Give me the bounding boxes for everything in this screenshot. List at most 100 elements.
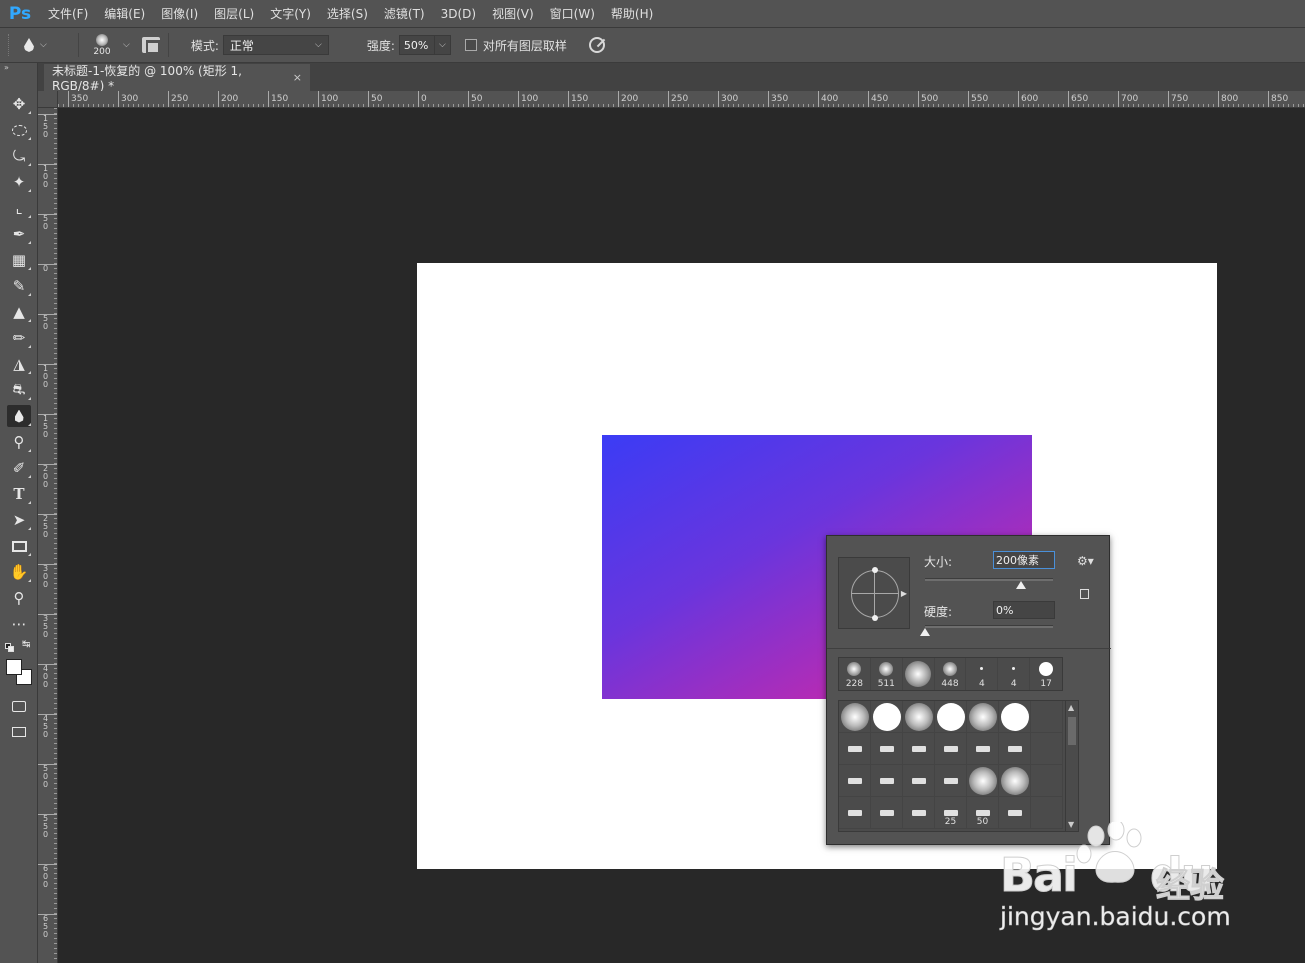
brush-preset[interactable] (1031, 733, 1063, 765)
menu-view[interactable]: 视图(V) (484, 0, 542, 28)
recent-brush[interactable]: 4 (966, 658, 999, 690)
recent-brush[interactable] (903, 658, 935, 690)
menu-file[interactable]: 文件(F) (40, 0, 96, 28)
magic-wand-icon[interactable]: ✦ (7, 171, 31, 193)
horizontal-ruler[interactable]: 350 300 250 200 150 100 50 0 50 100 150 … (58, 91, 1305, 108)
move-icon[interactable]: ✥ (7, 93, 31, 115)
healing-brush-icon[interactable]: ▦ (7, 249, 31, 271)
brush-preset[interactable] (967, 701, 999, 733)
brush-preset[interactable] (839, 733, 871, 765)
screen-mode-icon[interactable] (7, 721, 31, 743)
brush-preset[interactable] (871, 733, 903, 765)
brush-preset[interactable] (871, 765, 903, 797)
hand-icon[interactable]: ✋ (7, 561, 31, 583)
brush-preset[interactable]: 50 (967, 797, 999, 829)
gear-icon[interactable]: ⚙▾ (1077, 554, 1094, 568)
menu-image[interactable]: 图像(I) (153, 0, 206, 28)
scroll-up-icon[interactable]: ▲ (1068, 703, 1074, 712)
brush-preset[interactable] (839, 797, 871, 829)
size-slider-track[interactable] (925, 578, 1053, 581)
swap-colors-icon[interactable]: ↹ (22, 639, 30, 650)
brush-panel-toggle-icon[interactable] (141, 37, 160, 54)
brush-preset[interactable] (903, 765, 935, 797)
menu-window[interactable]: 窗口(W) (542, 0, 603, 28)
brush-preset[interactable] (935, 765, 967, 797)
close-icon[interactable]: × (293, 71, 302, 84)
brush-preset[interactable] (839, 765, 871, 797)
more-tools-icon[interactable]: ⋯ (7, 613, 31, 635)
recent-brush[interactable]: 448 (935, 658, 967, 690)
brush-preset[interactable] (1031, 701, 1063, 733)
strength-input[interactable]: 50% (398, 35, 435, 55)
menu-select[interactable]: 选择(S) (319, 0, 376, 28)
brush-preset[interactable] (967, 733, 999, 765)
scroll-thumb[interactable] (1068, 717, 1076, 745)
recent-brush[interactable]: 17 (1030, 658, 1062, 690)
size-slider-thumb[interactable] (1016, 581, 1026, 589)
menu-layer[interactable]: 图层(L) (206, 0, 262, 28)
eyedropper-icon[interactable]: ✒ (7, 223, 31, 245)
document-tab[interactable]: 未标题-1-恢复的 @ 100% (矩形 1, RGB/8#) * × (44, 64, 310, 93)
menu-edit[interactable]: 编辑(E) (96, 0, 153, 28)
chevron-down-icon[interactable]: ⌵ (123, 40, 130, 50)
size-input[interactable]: 200像素 (993, 551, 1055, 569)
brush-preset[interactable] (999, 733, 1031, 765)
sample-all-layers-checkbox[interactable] (464, 39, 477, 51)
brush-preset[interactable] (935, 701, 967, 733)
brush-preset[interactable] (967, 765, 999, 797)
blur-icon[interactable] (7, 405, 31, 427)
rectangle-icon[interactable] (7, 535, 31, 557)
brush-icon[interactable]: ✎ (7, 275, 31, 297)
brush-preset[interactable] (999, 765, 1031, 797)
dodge-icon[interactable]: ⚲ (7, 431, 31, 453)
type-icon[interactable]: T (7, 483, 31, 505)
default-colors-icon[interactable] (5, 643, 14, 652)
brush-preset[interactable] (871, 701, 903, 733)
menu-type[interactable]: 文字(Y) (262, 0, 319, 28)
brush-preset[interactable] (999, 701, 1031, 733)
new-preset-icon[interactable] (1080, 589, 1089, 599)
quick-mask-icon[interactable] (7, 695, 31, 717)
brush-preset[interactable] (871, 797, 903, 829)
hardness-slider-thumb[interactable] (920, 628, 930, 636)
hardness-input[interactable]: 0% (993, 601, 1055, 619)
zoom-icon[interactable]: ⚲ (7, 587, 31, 609)
tool-preset-picker[interactable]: ⌵ (24, 38, 70, 52)
recent-brush[interactable]: 4 (998, 658, 1031, 690)
toolbar-collapse-icon[interactable]: » (0, 63, 37, 73)
eraser-icon[interactable]: ◮ (7, 353, 31, 375)
strength-slider-toggle[interactable]: ⌵ (434, 35, 451, 55)
path-select-icon[interactable]: ➤ (7, 509, 31, 531)
brush-preset[interactable] (903, 733, 935, 765)
brush-preset[interactable] (903, 701, 935, 733)
brush-preset[interactable] (935, 733, 967, 765)
brush-preset[interactable] (1031, 765, 1063, 797)
hardness-slider-track[interactable] (925, 625, 1053, 628)
ruler-origin[interactable] (38, 91, 58, 108)
mode-select[interactable]: 正常 ⌵ (222, 35, 329, 55)
crop-icon[interactable]: ⌞ (7, 197, 31, 219)
brush-angle-preview[interactable]: ▶ (838, 557, 910, 629)
brush-preset[interactable] (903, 797, 935, 829)
paint-bucket-icon[interactable]: ⛐ (7, 379, 31, 401)
brush-preset[interactable]: 25 (935, 797, 967, 829)
foreground-color-swatch[interactable] (6, 659, 22, 675)
history-brush-icon[interactable]: ✏ (7, 327, 31, 349)
watermark-product: 经验 (1156, 866, 1225, 907)
menu-3d[interactable]: 3D(D) (433, 0, 484, 28)
pen-icon[interactable]: ✐ (7, 457, 31, 479)
recent-brush[interactable]: 228 (839, 658, 871, 690)
recent-brush[interactable]: 511 (871, 658, 903, 690)
pressure-override-icon[interactable] (588, 37, 605, 53)
menu-help[interactable]: 帮助(H) (603, 0, 661, 28)
clone-stamp-icon[interactable]: ▲ (7, 301, 31, 323)
brush-grid-scrollbar[interactable]: ▲ ▼ (1066, 700, 1079, 832)
menu-filter[interactable]: 滤镜(T) (376, 0, 433, 28)
lasso-icon[interactable]: ⤿ (7, 145, 31, 167)
marquee-icon[interactable] (7, 119, 31, 141)
ruler-label: 450 (38, 714, 57, 739)
brush-preset-picker[interactable]: 200 (87, 33, 117, 57)
brush-preset[interactable] (839, 701, 871, 733)
options-grip[interactable] (8, 34, 14, 56)
vertical-ruler[interactable]: 1501005005010015020025030035040045050055… (38, 108, 58, 963)
